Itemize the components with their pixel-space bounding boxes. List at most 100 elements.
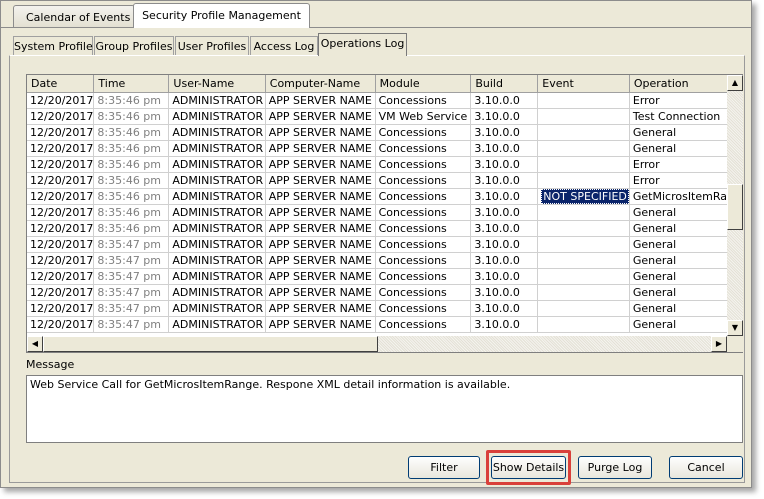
table-row[interactable]: 12/20/2017 8:35:46 pm ADMINISTRATOR APP SER…: [27, 204, 742, 221]
cell-computer-name: APP SERVER NAME: [265, 92, 376, 109]
cell-module: Concessions: [375, 220, 472, 237]
tab-security-profile-management[interactable]: Security Profile Management: [133, 3, 310, 28]
horizontal-scrollbar[interactable]: ◀ ▶: [27, 336, 727, 352]
table-row[interactable]: 12/20/2017 8:35:46 pm ADMINISTRATOR APP SER…: [27, 220, 742, 237]
cell-computer-name: APP SERVER NAME: [265, 172, 376, 189]
scroll-up-icon[interactable]: ▲: [727, 75, 743, 91]
column-header-operation[interactable]: Operation: [629, 75, 742, 93]
table-row[interactable]: 12/20/2017 8:35:46 pm ADMINISTRATOR APP SER…: [27, 140, 742, 157]
cell-build: 3.10.0.0: [470, 124, 539, 141]
cell-event: [537, 220, 630, 237]
cell-computer-name: APP SERVER NAME: [265, 188, 376, 205]
cell-module: Concessions: [375, 316, 472, 333]
column-header-user-name[interactable]: User-Name: [168, 75, 266, 93]
column-header-date[interactable]: Date: [27, 75, 95, 93]
table-row[interactable]: 12/20/2017 8:35:46 pm ADMINISTRATOR APP SER…: [27, 188, 742, 205]
cell-module: Concessions: [375, 236, 472, 253]
cell-build: 3.10.0.0: [470, 92, 539, 109]
cell-operation: General: [629, 252, 742, 269]
scroll-left-icon[interactable]: ◀: [27, 336, 43, 352]
cell-computer-name: APP SERVER NAME: [265, 252, 376, 269]
tab-user-profiles[interactable]: User Profiles: [175, 36, 249, 55]
cell-time: 8:35:47 pm: [93, 284, 170, 301]
cell-computer-name: APP SERVER NAME: [265, 236, 376, 253]
column-header-event[interactable]: Event: [537, 75, 630, 93]
cell-date: 12/20/2017: [27, 204, 95, 221]
column-header-time[interactable]: Time: [93, 75, 170, 93]
cell-event: [537, 316, 630, 333]
cell-time: 8:35:47 pm: [93, 252, 170, 269]
show-details-button[interactable]: Show Details: [491, 456, 566, 479]
cancel-button[interactable]: Cancel: [669, 456, 743, 479]
cell-build: 3.10.0.0: [470, 156, 539, 173]
vertical-scrollbar[interactable]: ▲ ▼: [727, 75, 743, 336]
table-row[interactable]: 12/20/2017 8:35:46 pm ADMINISTRATOR APP SER…: [27, 108, 742, 125]
tab-access-log[interactable]: Access Log: [250, 36, 318, 55]
cell-module: Concessions: [375, 188, 472, 205]
cell-event: [537, 92, 630, 109]
operations-log-grid[interactable]: Date Time User-Name Computer-Name Module…: [26, 74, 743, 353]
tab-system-profile[interactable]: System Profile: [13, 36, 93, 55]
table-row[interactable]: 12/20/2017 8:35:46 pm ADMINISTRATOR APP SER…: [27, 124, 742, 141]
horizontal-scroll-thumb[interactable]: [43, 336, 378, 352]
table-row[interactable]: 12/20/2017 8:35:47 pm ADMINISTRATOR APP SER…: [27, 300, 742, 317]
table-row[interactable]: 12/20/2017 8:35:46 pm ADMINISTRATOR APP SER…: [27, 156, 742, 173]
cell-build: 3.10.0.0: [470, 300, 539, 317]
cell-user-name: ADMINISTRATOR: [168, 124, 266, 141]
selected-cell-value[interactable]: NOT SPECIFIED: [541, 188, 629, 203]
column-header-computer-name[interactable]: Computer-Name: [265, 75, 376, 93]
tab-operations-log[interactable]: Operations Log: [318, 33, 407, 56]
cell-event: [537, 172, 630, 189]
cell-time: 8:35:46 pm: [93, 140, 170, 157]
scrollbar-corner: [727, 336, 743, 352]
cell-event: [537, 204, 630, 221]
cell-date: 12/20/2017: [27, 300, 95, 317]
table-row[interactable]: 12/20/2017 8:35:46 pm ADMINISTRATOR APP SER…: [27, 92, 742, 109]
cell-user-name: ADMINISTRATOR: [168, 236, 266, 253]
cell-module: Concessions: [375, 92, 472, 109]
table-row[interactable]: 12/20/2017 8:35:47 pm ADMINISTRATOR APP SER…: [27, 268, 742, 285]
cell-user-name: ADMINISTRATOR: [168, 108, 266, 125]
tab-calendar-of-events[interactable]: Calendar of Events: [13, 5, 135, 27]
cell-computer-name: APP SERVER NAME: [265, 300, 376, 317]
cell-module: Concessions: [375, 156, 472, 173]
column-header-build[interactable]: Build: [470, 75, 539, 93]
cell-date: 12/20/2017: [27, 172, 95, 189]
cell-build: 3.10.0.0: [470, 140, 539, 157]
cell-event: [537, 284, 630, 301]
cell-date: 12/20/2017: [27, 252, 95, 269]
cell-date: 12/20/2017: [27, 156, 95, 173]
cell-build: 3.10.0.0: [470, 204, 539, 221]
cell-user-name: ADMINISTRATOR: [168, 188, 266, 205]
cell-date: 12/20/2017: [27, 284, 95, 301]
cell-user-name: ADMINISTRATOR: [168, 156, 266, 173]
cell-date: 12/20/2017: [27, 220, 95, 237]
cell-user-name: ADMINISTRATOR: [168, 204, 266, 221]
cell-computer-name: APP SERVER NAME: [265, 140, 376, 157]
table-row[interactable]: 12/20/2017 8:35:47 pm ADMINISTRATOR APP SER…: [27, 284, 742, 301]
scroll-down-icon[interactable]: ▼: [727, 320, 743, 336]
column-header-module[interactable]: Module: [375, 75, 472, 93]
cell-computer-name: APP SERVER NAME: [265, 220, 376, 237]
vertical-scroll-thumb[interactable]: [727, 184, 743, 230]
table-row[interactable]: 12/20/2017 8:35:46 pm ADMINISTRATOR APP SER…: [27, 172, 742, 189]
filter-button[interactable]: Filter: [408, 456, 480, 479]
tab-group-profiles[interactable]: Group Profiles: [94, 36, 174, 55]
cell-user-name: ADMINISTRATOR: [168, 172, 266, 189]
cell-computer-name: APP SERVER NAME: [265, 284, 376, 301]
cell-operation: General: [629, 220, 742, 237]
cell-computer-name: APP SERVER NAME: [265, 316, 376, 333]
cell-date: 12/20/2017: [27, 236, 95, 253]
table-row[interactable]: 12/20/2017 8:35:47 pm ADMINISTRATOR APP SER…: [27, 236, 742, 253]
cell-time: 8:35:47 pm: [93, 316, 170, 333]
cell-build: 3.10.0.0: [470, 284, 539, 301]
scroll-right-icon[interactable]: ▶: [711, 336, 727, 352]
table-row[interactable]: 12/20/2017 8:35:47 pm ADMINISTRATOR APP SER…: [27, 316, 742, 333]
message-text-box[interactable]: Web Service Call for GetMicrosItemRange.…: [26, 375, 743, 443]
cell-build: 3.10.0.0: [470, 268, 539, 285]
table-row[interactable]: 12/20/2017 8:35:47 pm ADMINISTRATOR APP SER…: [27, 252, 742, 269]
purge-log-button[interactable]: Purge Log: [578, 456, 652, 479]
message-text: Web Service Call for GetMicrosItemRange.…: [30, 378, 511, 391]
cell-user-name: ADMINISTRATOR: [168, 284, 266, 301]
cell-time: 8:35:46 pm: [93, 92, 170, 109]
